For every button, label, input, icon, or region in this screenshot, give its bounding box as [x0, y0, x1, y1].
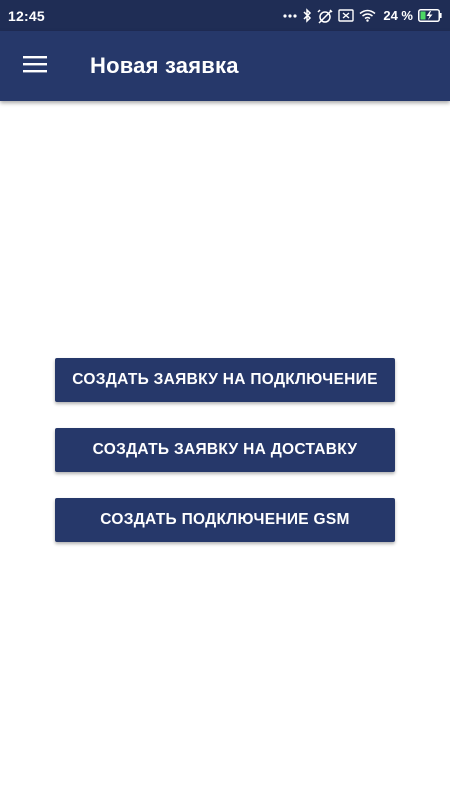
sim-off-icon [338, 9, 355, 22]
more-dots-icon [283, 13, 297, 19]
status-bar: 12:45 24 % [0, 0, 450, 31]
app-bar: Новая заявка [0, 31, 450, 101]
page-title: Новая заявка [90, 53, 239, 78]
hamburger-menu-icon [23, 55, 47, 78]
create-delivery-request-button[interactable]: СОЗДАТЬ ЗАЯВКУ НА ДОСТАВКУ [55, 428, 395, 472]
wifi-icon [359, 9, 376, 22]
create-connection-request-button[interactable]: СОЗДАТЬ ЗАЯВКУ НА ПОДКЛЮЧЕНИЕ [55, 358, 395, 402]
main-content: СОЗДАТЬ ЗАЯВКУ НА ПОДКЛЮЧЕНИЕ СОЗДАТЬ ЗА… [0, 101, 450, 800]
bluetooth-icon [302, 8, 312, 23]
battery-charging-icon [418, 9, 442, 22]
status-icons: 24 % [283, 8, 442, 24]
menu-button[interactable] [0, 31, 70, 101]
battery-percentage: 24 % [383, 8, 413, 23]
status-time: 12:45 [8, 7, 45, 24]
create-gsm-connection-button[interactable]: СОЗДАТЬ ПОДКЛЮЧЕНИЕ GSM [55, 498, 395, 542]
alarm-off-icon [317, 8, 333, 24]
